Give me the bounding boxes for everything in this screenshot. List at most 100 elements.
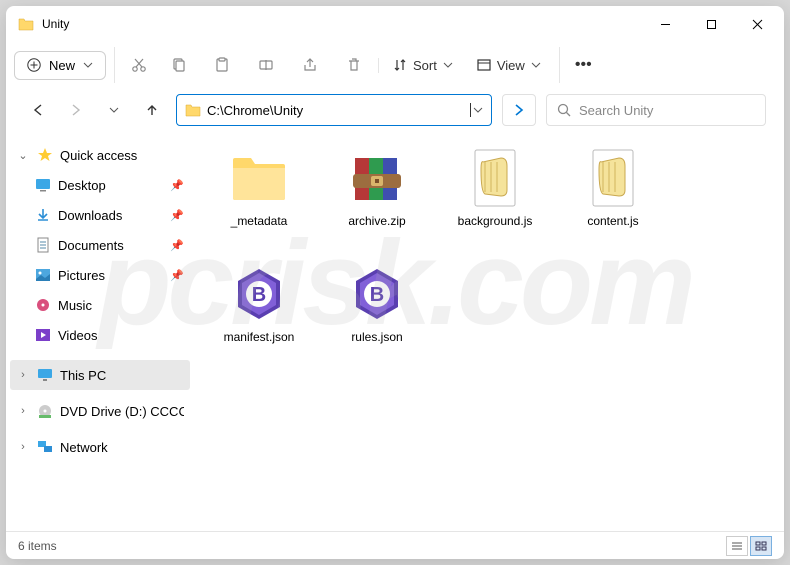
body: ⌄ Quick access Desktop📌 Downloads📌 Docum… [6, 132, 784, 531]
pin-icon: 📌 [170, 179, 184, 192]
chevron-down-icon [443, 62, 453, 68]
search-icon [557, 103, 571, 117]
titlebar: Unity [6, 6, 784, 42]
window-title: Unity [42, 17, 642, 31]
nav-row: C:\Chrome\Unity Search Unity [6, 88, 784, 132]
file-name: _metadata [231, 214, 288, 228]
address-bar[interactable]: C:\Chrome\Unity [176, 94, 492, 126]
back-button[interactable] [24, 96, 52, 124]
share-button[interactable] [290, 47, 330, 83]
cut-button[interactable] [114, 47, 154, 83]
go-button[interactable] [502, 94, 536, 126]
folder-icon [227, 146, 291, 210]
sidebar-item-videos[interactable]: Videos [10, 320, 190, 350]
pc-icon [36, 366, 54, 384]
forward-button[interactable] [62, 96, 90, 124]
recent-button[interactable] [100, 96, 128, 124]
file-name: manifest.json [224, 330, 295, 344]
sort-icon [393, 58, 407, 72]
js-icon [581, 146, 645, 210]
chevron-down-icon[interactable] [473, 107, 483, 113]
file-name: content.js [587, 214, 638, 228]
window-controls [642, 8, 780, 40]
json-icon: B [345, 262, 409, 326]
trash-icon [346, 57, 362, 73]
status-bar: 6 items [6, 531, 784, 559]
pin-icon: 📌 [170, 209, 184, 222]
rename-icon [258, 57, 274, 73]
music-icon [34, 296, 52, 314]
sidebar-item-pictures[interactable]: Pictures📌 [10, 260, 190, 290]
view-label: View [497, 58, 525, 73]
chevron-down-icon: ⌄ [16, 149, 30, 162]
sidebar-this-pc[interactable]: › This PC [10, 360, 190, 390]
zip-icon [345, 146, 409, 210]
minimize-button[interactable] [642, 8, 688, 40]
item-count: 6 items [18, 539, 57, 553]
desktop-icon [34, 176, 52, 194]
sidebar-item-downloads[interactable]: Downloads📌 [10, 200, 190, 230]
file-name: background.js [458, 214, 533, 228]
search-placeholder: Search Unity [579, 103, 653, 118]
svg-text:B: B [370, 284, 384, 306]
file-item[interactable]: background.js [440, 142, 550, 250]
share-icon [302, 57, 318, 73]
rename-button[interactable] [246, 47, 286, 83]
paste-button[interactable] [202, 47, 242, 83]
file-item[interactable]: archive.zip [322, 142, 432, 250]
pictures-icon [34, 266, 52, 284]
file-item[interactable]: content.js [558, 142, 668, 250]
folder-icon [185, 103, 201, 117]
copy-button[interactable] [158, 47, 198, 83]
toolbar: New Sort View ••• [6, 42, 784, 88]
details-view-button[interactable] [726, 536, 748, 556]
chevron-right-icon: › [16, 441, 30, 453]
js-icon [463, 146, 527, 210]
more-button[interactable]: ••• [559, 47, 599, 83]
svg-text:B: B [252, 284, 266, 306]
chevron-right-icon: › [16, 369, 30, 381]
file-name: archive.zip [348, 214, 405, 228]
pin-icon: 📌 [170, 269, 184, 282]
new-label: New [49, 58, 75, 73]
paste-icon [214, 57, 230, 73]
search-input[interactable]: Search Unity [546, 94, 766, 126]
close-button[interactable] [734, 8, 780, 40]
file-item[interactable]: B rules.json [322, 258, 432, 366]
chevron-down-icon [83, 62, 93, 68]
sidebar: ⌄ Quick access Desktop📌 Downloads📌 Docum… [6, 132, 194, 531]
up-button[interactable] [138, 96, 166, 124]
sort-button[interactable]: Sort [378, 58, 463, 73]
folder-icon [18, 17, 34, 31]
sidebar-quick-access[interactable]: ⌄ Quick access [10, 140, 190, 170]
file-item[interactable]: _metadata [204, 142, 314, 250]
maximize-button[interactable] [688, 8, 734, 40]
sidebar-item-documents[interactable]: Documents📌 [10, 230, 190, 260]
download-icon [34, 206, 52, 224]
star-icon [36, 146, 54, 164]
pin-icon: 📌 [170, 239, 184, 252]
chevron-down-icon [531, 62, 541, 68]
sidebar-network[interactable]: › Network [10, 432, 190, 462]
copy-icon [170, 57, 186, 73]
plus-icon [27, 58, 41, 72]
delete-button[interactable] [334, 47, 374, 83]
sidebar-item-desktop[interactable]: Desktop📌 [10, 170, 190, 200]
address-path: C:\Chrome\Unity [207, 103, 468, 118]
sort-label: Sort [413, 58, 437, 73]
document-icon [34, 236, 52, 254]
file-list[interactable]: _metadata archive.zip background.js [194, 132, 784, 531]
explorer-window: Unity New Sort View ••• [6, 6, 784, 559]
file-item[interactable]: B manifest.json [204, 258, 314, 366]
sidebar-item-music[interactable]: Music [10, 290, 190, 320]
cut-icon [131, 57, 147, 73]
network-icon [36, 438, 54, 456]
videos-icon [34, 326, 52, 344]
chevron-right-icon: › [16, 405, 30, 417]
view-button[interactable]: View [467, 58, 551, 73]
sidebar-dvd[interactable]: › DVD Drive (D:) CCCC [10, 396, 190, 426]
icons-view-button[interactable] [750, 536, 772, 556]
view-icon [477, 58, 491, 72]
json-icon: B [227, 262, 291, 326]
new-button[interactable]: New [14, 51, 106, 80]
